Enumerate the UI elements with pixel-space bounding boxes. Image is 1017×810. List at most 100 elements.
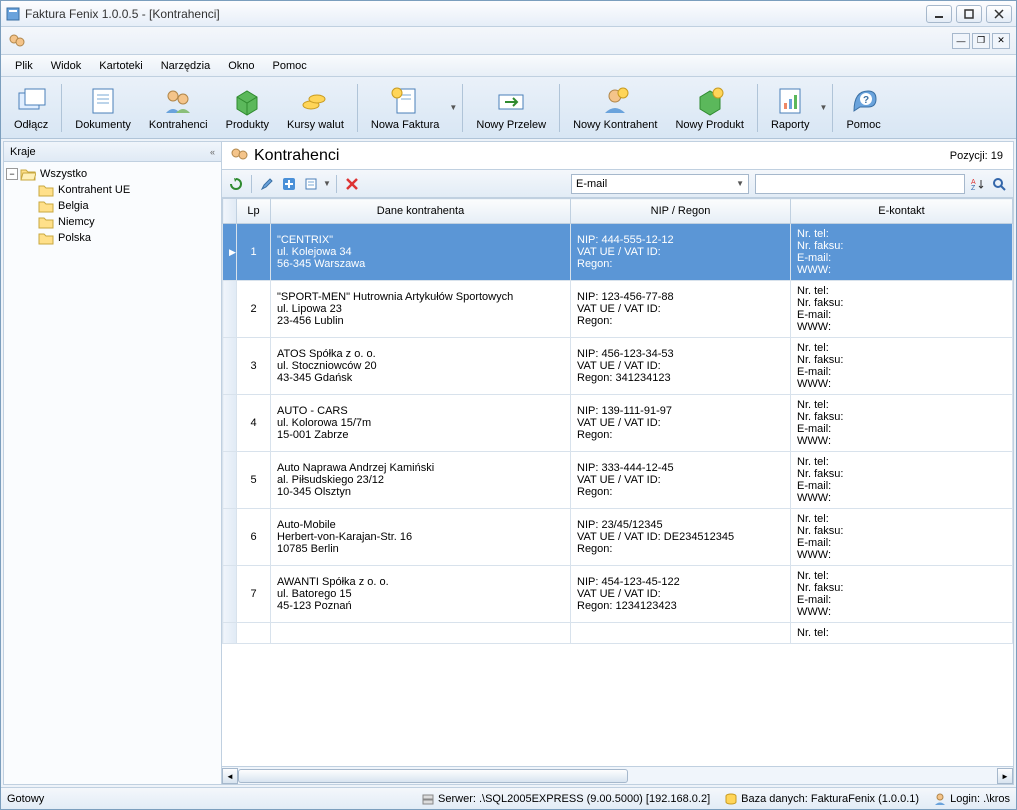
row-marker (223, 452, 237, 509)
table-row[interactable]: 6Auto-Mobile Herbert-von-Karajan-Str. 16… (223, 509, 1013, 566)
table-row[interactable]: 4AUTO - CARS ul. Kolorowa 15/7m 15-001 Z… (223, 395, 1013, 452)
sidebar: Kraje « − Wszystko Kontrahent UE Belg (4, 142, 222, 784)
scroll-right-arrow[interactable]: ► (997, 768, 1013, 784)
menu-okno[interactable]: Okno (220, 58, 262, 74)
scroll-thumb[interactable] (238, 769, 628, 783)
menu-bar: Plik Widok Kartoteki Narzędzia Okno Pomo… (1, 55, 1016, 77)
tool-kontrahenci[interactable]: Kontrahenci (140, 80, 217, 136)
table-row[interactable]: Nr. tel: (223, 623, 1013, 644)
column-nip[interactable]: NIP / Regon (571, 199, 791, 224)
table-row[interactable]: 7AWANTI Spółka z o. o. ul. Batorego 15 4… (223, 566, 1013, 623)
app-window: Faktura Fenix 1.0.0.5 - [Kontrahenci] — … (0, 0, 1017, 810)
cell-ekontakt: Nr. tel: Nr. faksu: E-mail: WWW: (791, 281, 1013, 338)
grid-wrapper[interactable]: Lp Dane kontrahenta NIP / Regon E-kontak… (222, 198, 1013, 766)
cell-dane: ATOS Spółka z o. o. ul. Stoczniowców 20 … (271, 338, 571, 395)
sidebar-collapse-icon[interactable]: « (210, 147, 215, 157)
database-icon (724, 792, 738, 806)
delete-button[interactable] (342, 174, 362, 194)
table-row[interactable]: 5Auto Naprawa Andrzej Kamiński al. Piłsu… (223, 452, 1013, 509)
tool-nowa-faktura-dropdown[interactable]: ▼ (448, 80, 458, 136)
find-button[interactable] (989, 174, 1009, 194)
filter-input[interactable] (755, 174, 965, 194)
column-lp[interactable]: Lp (237, 199, 271, 224)
tool-nowa-faktura[interactable]: Nowa Faktura (362, 80, 448, 136)
folder-icon (38, 231, 54, 245)
mdi-restore-button[interactable]: ❐ (972, 33, 990, 49)
window-title: Faktura Fenix 1.0.0.5 - [Kontrahenci] (25, 7, 926, 21)
row-marker (223, 566, 237, 623)
list-button[interactable] (301, 174, 321, 194)
column-dane[interactable]: Dane kontrahenta (271, 199, 571, 224)
status-ready: Gotowy (7, 793, 44, 805)
tree-root[interactable]: − Wszystko (6, 166, 219, 182)
tree-child-label: Belgia (58, 200, 89, 212)
filter-field-select[interactable]: E-mail ▼ (571, 174, 749, 194)
filter-bar: ▼ E-mail ▼ AZ (222, 170, 1013, 198)
folder-open-icon (20, 167, 36, 181)
tool-raporty[interactable]: Raporty (762, 80, 819, 136)
tree-child[interactable]: Kontrahent UE (38, 182, 219, 198)
mdi-minimize-button[interactable]: — (952, 33, 970, 49)
add-button[interactable] (279, 174, 299, 194)
tool-nowy-przelew[interactable]: Nowy Przelew (467, 80, 555, 136)
refresh-button[interactable] (226, 174, 246, 194)
cell-ekontakt: Nr. tel: Nr. faksu: E-mail: WWW: (791, 509, 1013, 566)
row-marker: ▶ (223, 224, 237, 281)
menu-widok[interactable]: Widok (43, 58, 90, 74)
row-marker (223, 395, 237, 452)
status-login: Login: .\kros (933, 792, 1010, 806)
box-icon (231, 85, 263, 117)
cell-lp: 4 (237, 395, 271, 452)
tree-child[interactable]: Belgia (38, 198, 219, 214)
column-marker[interactable] (223, 199, 237, 224)
cell-dane: "CENTRIX" ul. Kolejowa 34 56-345 Warszaw… (271, 224, 571, 281)
content-header: Kontrahenci Pozycji: 19 (222, 142, 1013, 170)
menu-narzedzia[interactable]: Narzędzia (153, 58, 219, 74)
toolbar-separator (357, 84, 358, 132)
table-row[interactable]: ▶1"CENTRIX" ul. Kolejowa 34 56-345 Warsz… (223, 224, 1013, 281)
tool-odlacz[interactable]: Odłącz (5, 80, 57, 136)
tree-root-label: Wszystko (40, 168, 87, 180)
table-row[interactable]: 3ATOS Spółka z o. o. ul. Stoczniowców 20… (223, 338, 1013, 395)
tool-nowy-produkt[interactable]: Nowy Produkt (666, 80, 752, 136)
cell-nip: NIP: 444-555-12-12 VAT UE / VAT ID: Rego… (571, 224, 791, 281)
status-bar: Gotowy Serwer: .\SQL2005EXPRESS (9.00.50… (1, 787, 1016, 809)
list-dropdown[interactable]: ▼ (323, 179, 331, 188)
edit-button[interactable] (257, 174, 277, 194)
svg-text:Z: Z (971, 185, 976, 191)
documents-icon (87, 85, 119, 117)
tool-produkty[interactable]: Produkty (217, 80, 278, 136)
sidebar-title: Kraje (10, 146, 36, 158)
tool-pomoc[interactable]: ? Pomoc (837, 80, 889, 136)
menu-plik[interactable]: Plik (7, 58, 41, 74)
folder-icon (38, 199, 54, 213)
cell-nip: NIP: 333-444-12-45 VAT UE / VAT ID: Rego… (571, 452, 791, 509)
toolbar-separator (757, 84, 758, 132)
status-database: Baza danych: FakturaFenix (1.0.0.1) (724, 792, 919, 806)
close-button[interactable] (986, 5, 1012, 23)
cell-nip: NIP: 23/45/12345 VAT UE / VAT ID: DE2345… (571, 509, 791, 566)
horizontal-scrollbar[interactable]: ◄ ► (222, 766, 1013, 784)
tool-kursy-walut[interactable]: Kursy walut (278, 80, 353, 136)
column-ekontakt[interactable]: E-kontakt (791, 199, 1013, 224)
sort-asc-button[interactable]: AZ (967, 174, 987, 194)
tree-child[interactable]: Niemcy (38, 214, 219, 230)
content-title: Kontrahenci (254, 147, 339, 165)
table-row[interactable]: 2"SPORT-MEN" Hutrownia Artykułów Sportow… (223, 281, 1013, 338)
row-marker (223, 281, 237, 338)
menu-kartoteki[interactable]: Kartoteki (91, 58, 150, 74)
tool-dokumenty[interactable]: Dokumenty (66, 80, 140, 136)
toolbar: Odłącz Dokumenty Kontrahenci Produkty Ku… (1, 77, 1016, 139)
maximize-button[interactable] (956, 5, 982, 23)
tool-nowy-kontrahent[interactable]: Nowy Kontrahent (564, 80, 666, 136)
tree-child[interactable]: Polska (38, 230, 219, 246)
tool-raporty-dropdown[interactable]: ▼ (818, 80, 828, 136)
scroll-left-arrow[interactable]: ◄ (222, 768, 238, 784)
minimize-button[interactable] (926, 5, 952, 23)
menu-pomoc[interactable]: Pomoc (265, 58, 315, 74)
tree-collapse-icon[interactable]: − (6, 168, 18, 180)
cell-dane: Auto Naprawa Andrzej Kamiński al. Piłsud… (271, 452, 571, 509)
mdi-close-button[interactable]: ✕ (992, 33, 1010, 49)
app-icon (5, 6, 21, 22)
tree-child-label: Kontrahent UE (58, 184, 130, 196)
